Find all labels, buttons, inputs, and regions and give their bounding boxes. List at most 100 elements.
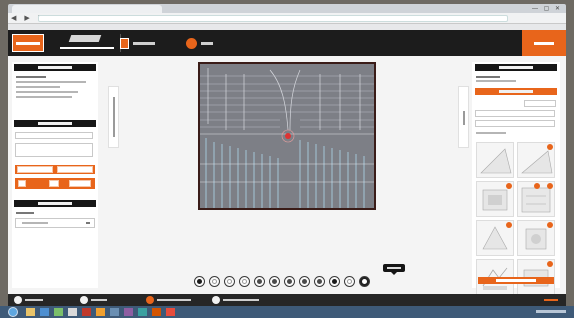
step-2-label (91, 299, 107, 301)
add-badge-icon[interactable] (506, 183, 512, 189)
step-4[interactable] (212, 296, 259, 304)
app-icon[interactable] (166, 308, 175, 316)
tool-11-button[interactable] (344, 276, 355, 287)
tool-12-icon (362, 279, 367, 284)
selection-label (16, 212, 34, 214)
app-icon[interactable] (110, 308, 119, 316)
left-panel-collapse-tab[interactable] (108, 86, 119, 148)
tool-2-button[interactable] (209, 276, 220, 287)
step-1[interactable] (14, 296, 43, 304)
height-input[interactable] (57, 166, 93, 173)
app-icon[interactable] (96, 308, 105, 316)
category-select[interactable] (475, 110, 555, 117)
tool-thumbnail[interactable] (476, 220, 514, 256)
dimension-row (15, 165, 95, 174)
project-button[interactable] (120, 36, 155, 50)
results-label (476, 132, 506, 134)
width-input[interactable] (17, 166, 53, 173)
app-icon[interactable] (152, 308, 161, 316)
help-button-label (201, 41, 213, 45)
step-3[interactable] (146, 296, 191, 304)
design-canvas[interactable] (198, 62, 376, 210)
tool-thumbnail[interactable] (517, 220, 555, 256)
detail-line (16, 91, 78, 93)
folder-icon (120, 37, 129, 49)
tool-11-icon (347, 279, 352, 284)
tool-12-button[interactable] (359, 276, 370, 287)
add-to-project-button[interactable] (478, 277, 554, 284)
add-badge-icon[interactable] (547, 144, 553, 150)
start-button-icon[interactable] (8, 307, 18, 317)
tool-1-button[interactable] (194, 276, 205, 287)
app-icon[interactable] (138, 308, 147, 316)
config-notes[interactable] (15, 143, 93, 157)
tool-2-icon (212, 279, 217, 284)
project-button-label (133, 41, 155, 45)
right-panel (472, 62, 560, 295)
tool-9-icon (317, 279, 322, 284)
add-badge-icon[interactable] (547, 222, 553, 228)
tool-thumbnail[interactable] (517, 181, 555, 217)
option-select[interactable] (69, 180, 91, 187)
system-tray (536, 310, 566, 313)
tool-thumbnail-grid (476, 142, 556, 295)
option-toggle[interactable] (49, 180, 59, 187)
brand-logo[interactable] (12, 34, 44, 52)
canvas-toolbar (194, 276, 370, 288)
tool-6-button[interactable] (269, 276, 280, 287)
step-navigation (8, 294, 566, 306)
step-3-marker (146, 296, 154, 304)
add-badge-icon[interactable] (547, 183, 553, 189)
add-badge-icon[interactable] (506, 222, 512, 228)
collapse-tab-label (463, 111, 465, 125)
detail-line (16, 86, 60, 88)
file-explorer-icon[interactable] (26, 308, 35, 316)
tool-thumbnail[interactable] (476, 142, 514, 178)
tool-8-button[interactable] (299, 276, 310, 287)
app-icon[interactable] (124, 308, 133, 316)
left-panel (12, 62, 98, 288)
window-controls[interactable]: — ▢ ✕ (532, 5, 562, 12)
tool-7-icon (287, 279, 292, 284)
browser-tab[interactable] (12, 5, 162, 13)
detail-line (16, 76, 46, 78)
tool-list-item[interactable] (15, 218, 95, 228)
info-badge-icon[interactable] (534, 183, 540, 189)
config-field[interactable] (15, 132, 93, 139)
filter-field[interactable] (524, 100, 556, 107)
step-1-marker (14, 296, 22, 304)
tool-5-button[interactable] (254, 276, 265, 287)
step-4-marker (212, 296, 220, 304)
address-field[interactable] (38, 15, 508, 22)
step-4-label (223, 299, 259, 301)
order-button[interactable] (522, 30, 566, 56)
tool-8-icon (302, 279, 307, 284)
right-panel-collapse-tab[interactable] (458, 86, 469, 148)
subcategory-select[interactable] (475, 120, 555, 127)
step-2-marker (80, 296, 88, 304)
tool-9-button[interactable] (314, 276, 325, 287)
app-icon[interactable] (68, 308, 77, 316)
add-badge-icon[interactable] (547, 261, 553, 267)
tool-3-icon (227, 279, 232, 284)
order-button-label (534, 41, 554, 45)
tool-10-button[interactable] (329, 276, 340, 287)
help-button[interactable] (186, 36, 213, 50)
next-step-link[interactable] (544, 299, 558, 301)
step-3-label (157, 299, 191, 301)
app-icon[interactable] (54, 308, 63, 316)
browser-icon[interactable] (40, 308, 49, 316)
tool-thumbnail[interactable] (517, 142, 555, 178)
tool-thumbnail[interactable] (476, 181, 514, 217)
collapse-tab-label (113, 97, 115, 137)
tool-4-button[interactable] (239, 276, 250, 287)
step-2[interactable] (80, 296, 107, 304)
help-icon (186, 37, 197, 49)
option-checkbox[interactable] (18, 180, 26, 187)
tool-category-title (475, 88, 557, 95)
tool-3-button[interactable] (224, 276, 235, 287)
project-details-title (14, 64, 96, 71)
tool-1-icon (197, 279, 202, 284)
tool-7-button[interactable] (284, 276, 295, 287)
app-icon[interactable] (82, 308, 91, 316)
